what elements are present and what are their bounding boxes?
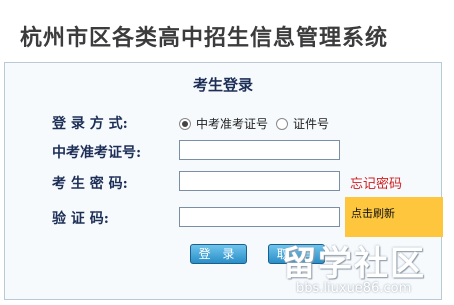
password-input[interactable] [179,171,340,191]
radio-exam-id-indicator[interactable] [179,117,191,130]
login-button[interactable]: 登 录 [190,244,247,264]
forgot-password-link[interactable]: 忘记密码 [350,173,402,192]
exam-id-label: 中考准考证号: [52,145,142,161]
captcha-input[interactable] [179,207,340,227]
radio-id-card-label: 证件号 [293,117,330,131]
login-method-label: 登 录 方 式: [52,116,128,132]
login-method-radio-group: 中考准考证号 证件号 [179,115,337,132]
exam-id-input[interactable] [179,140,340,160]
radio-exam-id-label: 中考准考证号 [196,117,269,131]
radio-id-card-indicator[interactable] [276,117,289,130]
page-title: 杭州市区各类高中招生信息管理系统 [20,25,389,51]
captcha-refresh-text[interactable]: 点击刷新 [351,205,395,221]
login-title: 考生登录 [192,76,253,94]
cancel-button[interactable]: 取 消 [268,244,325,264]
captcha-label: 验 证 码: [52,211,109,227]
radio-id-card[interactable]: 证件号 [276,115,329,132]
radio-exam-id[interactable]: 中考准考证号 [179,115,268,132]
password-label: 考 生 密 码: [52,176,128,192]
captcha-image[interactable]: 点击刷新 [345,197,443,237]
